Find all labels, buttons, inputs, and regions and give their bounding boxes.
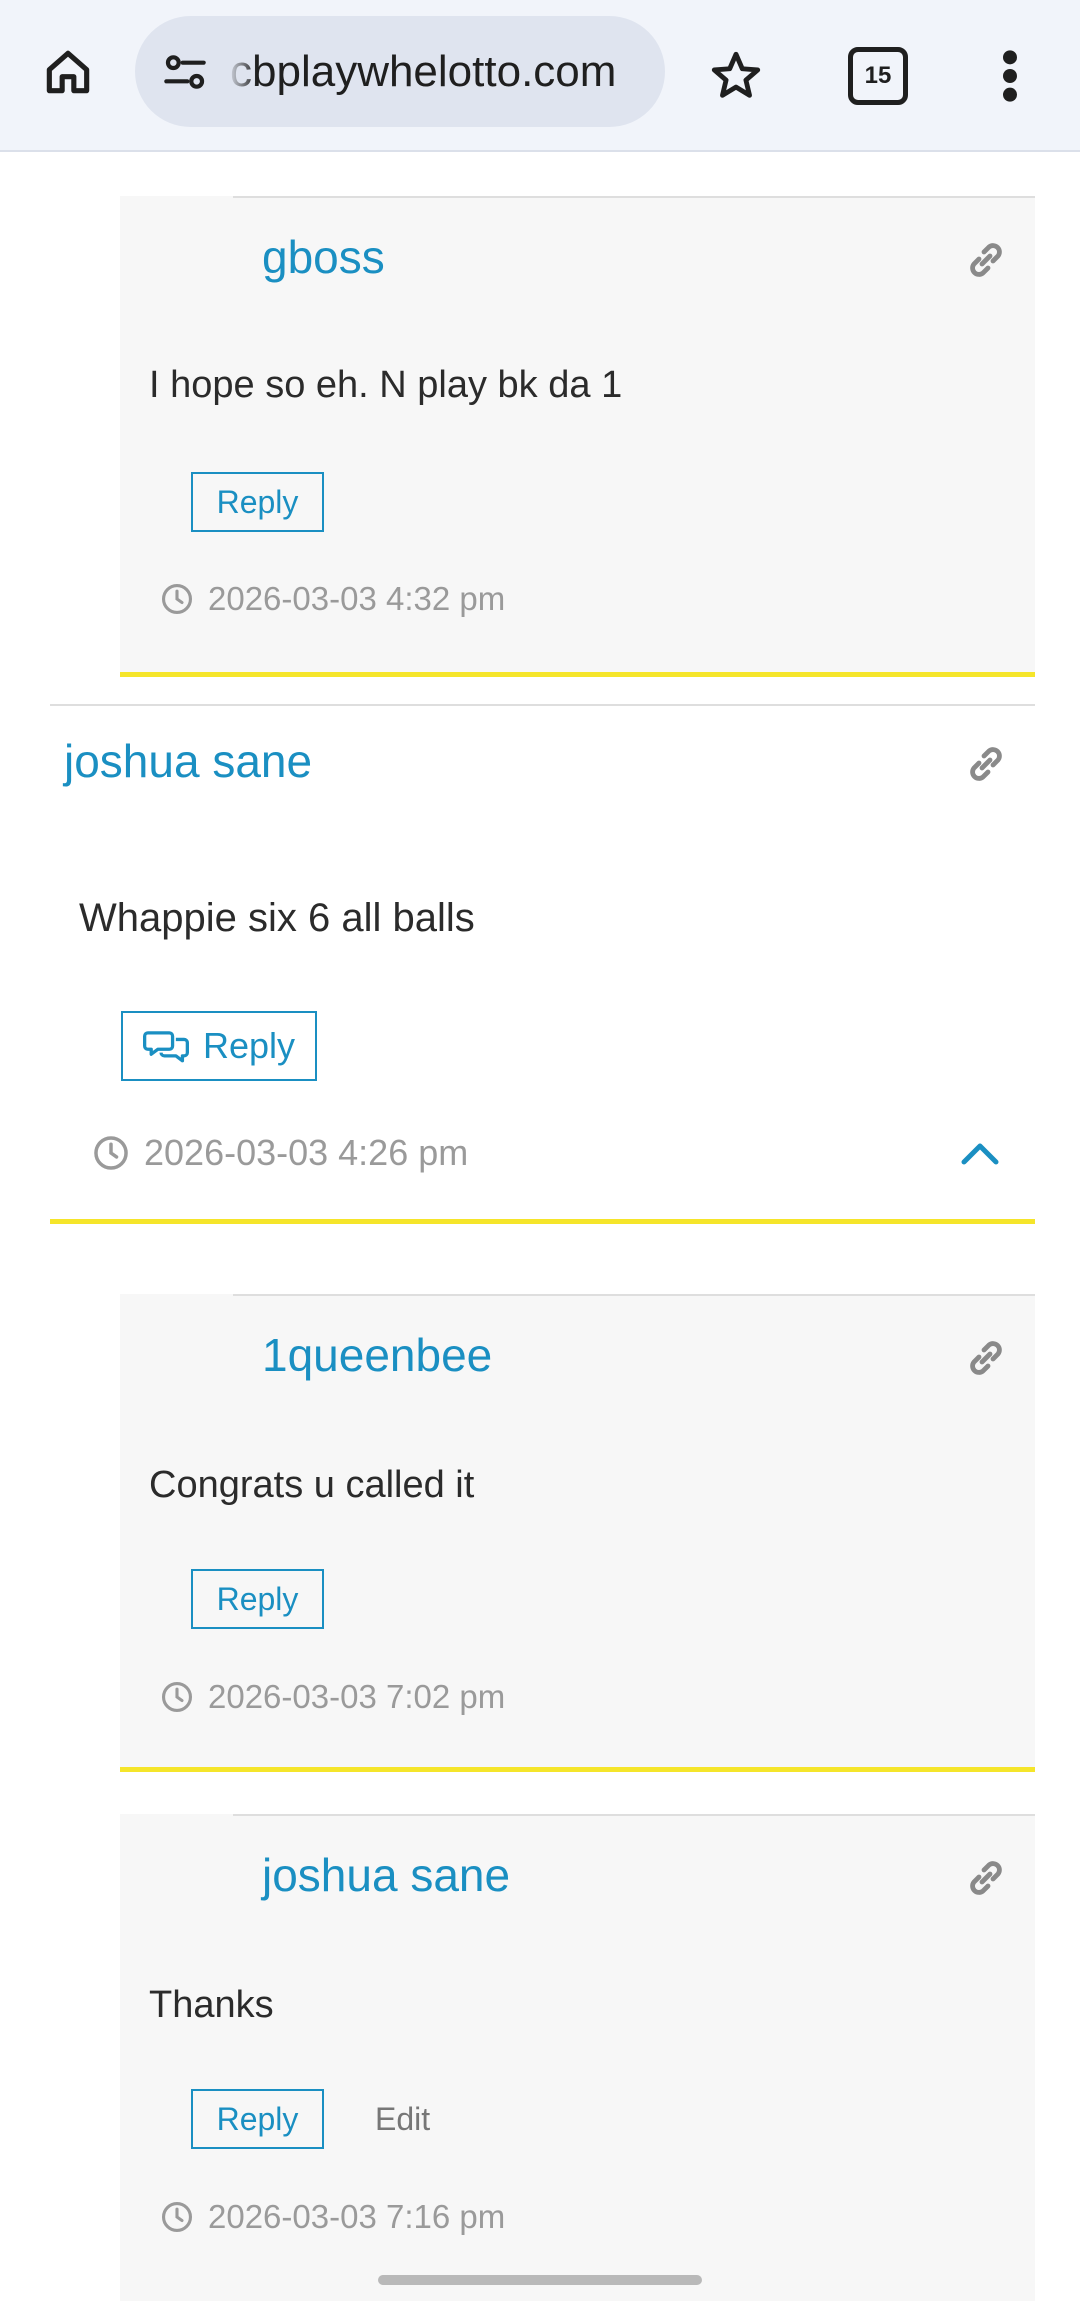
reply-button[interactable]: Reply (191, 1569, 324, 1629)
browser-toolbar: cbplaywhelotto.com 15 (0, 0, 1080, 152)
comment-timestamp: 2026-03-03 7:16 pm (160, 2198, 505, 2236)
permalink-icon[interactable] (962, 1854, 1010, 1902)
comment-author[interactable]: joshua sane (64, 734, 312, 788)
timestamp-text: 2026-03-03 4:26 pm (144, 1132, 469, 1173)
comment-text: Thanks (149, 1984, 274, 2026)
address-bar[interactable]: cbplaywhelotto.com (135, 16, 665, 127)
clock-icon (161, 1681, 193, 1713)
comment-card: 1queenbee Congrats u called it Reply 202… (120, 1294, 1035, 1772)
home-icon[interactable] (30, 34, 106, 110)
comment-card: gboss I hope so eh. N play bk da 1 Reply… (120, 196, 1035, 677)
permalink-icon[interactable] (962, 1334, 1010, 1382)
timestamp-text: 2026-03-03 7:02 pm (208, 1678, 506, 1715)
clock-icon (161, 2201, 193, 2233)
permalink-icon[interactable] (962, 740, 1010, 788)
tab-switcher-button[interactable]: 15 (838, 36, 918, 116)
comment-divider (50, 1219, 1035, 1224)
comment-divider (120, 1767, 1035, 1772)
gesture-navigation-bar[interactable] (378, 2275, 702, 2285)
chat-bubbles-icon (142, 1031, 189, 1063)
edit-link[interactable]: Edit (375, 2101, 430, 2138)
comment-timestamp: 2026-03-03 7:02 pm (160, 1678, 505, 1716)
clock-icon (161, 583, 193, 615)
timestamp-text: 2026-03-03 4:32 pm (208, 580, 506, 617)
comment-card: joshua sane Whappie six 6 all balls Repl… (50, 704, 1035, 1224)
collapse-chevron-icon[interactable] (958, 1138, 1002, 1168)
comment-author[interactable]: 1queenbee (262, 1328, 492, 1382)
url-fade (227, 16, 257, 127)
comment-card: joshua sane Thanks Reply Edit 2026-03-03… (120, 1814, 1035, 2301)
comment-author[interactable]: joshua sane (262, 1848, 510, 1902)
timestamp-text: 2026-03-03 7:16 pm (208, 2198, 506, 2235)
comment-timestamp: 2026-03-03 4:26 pm (92, 1132, 468, 1174)
url-text: cbplaywhelotto.com (230, 47, 617, 96)
reply-button[interactable]: Reply (191, 472, 324, 532)
bookmark-star-icon[interactable] (696, 36, 776, 116)
reply-button[interactable]: Reply (191, 2089, 324, 2149)
permalink-icon[interactable] (962, 236, 1010, 284)
clock-icon (94, 1136, 128, 1170)
more-menu-icon[interactable] (970, 36, 1050, 116)
comment-text: Congrats u called it (149, 1464, 475, 1506)
reply-label: Reply (202, 1025, 296, 1066)
reply-button[interactable]: Reply (121, 1011, 317, 1081)
comment-divider (120, 672, 1035, 677)
tab-count: 15 (848, 47, 908, 105)
comment-text: I hope so eh. N play bk da 1 (149, 364, 623, 406)
comment-timestamp: 2026-03-03 4:32 pm (160, 580, 505, 618)
comment-text: Whappie six 6 all balls (79, 896, 475, 940)
site-settings-icon[interactable] (157, 44, 213, 100)
comment-author[interactable]: gboss (262, 230, 385, 284)
